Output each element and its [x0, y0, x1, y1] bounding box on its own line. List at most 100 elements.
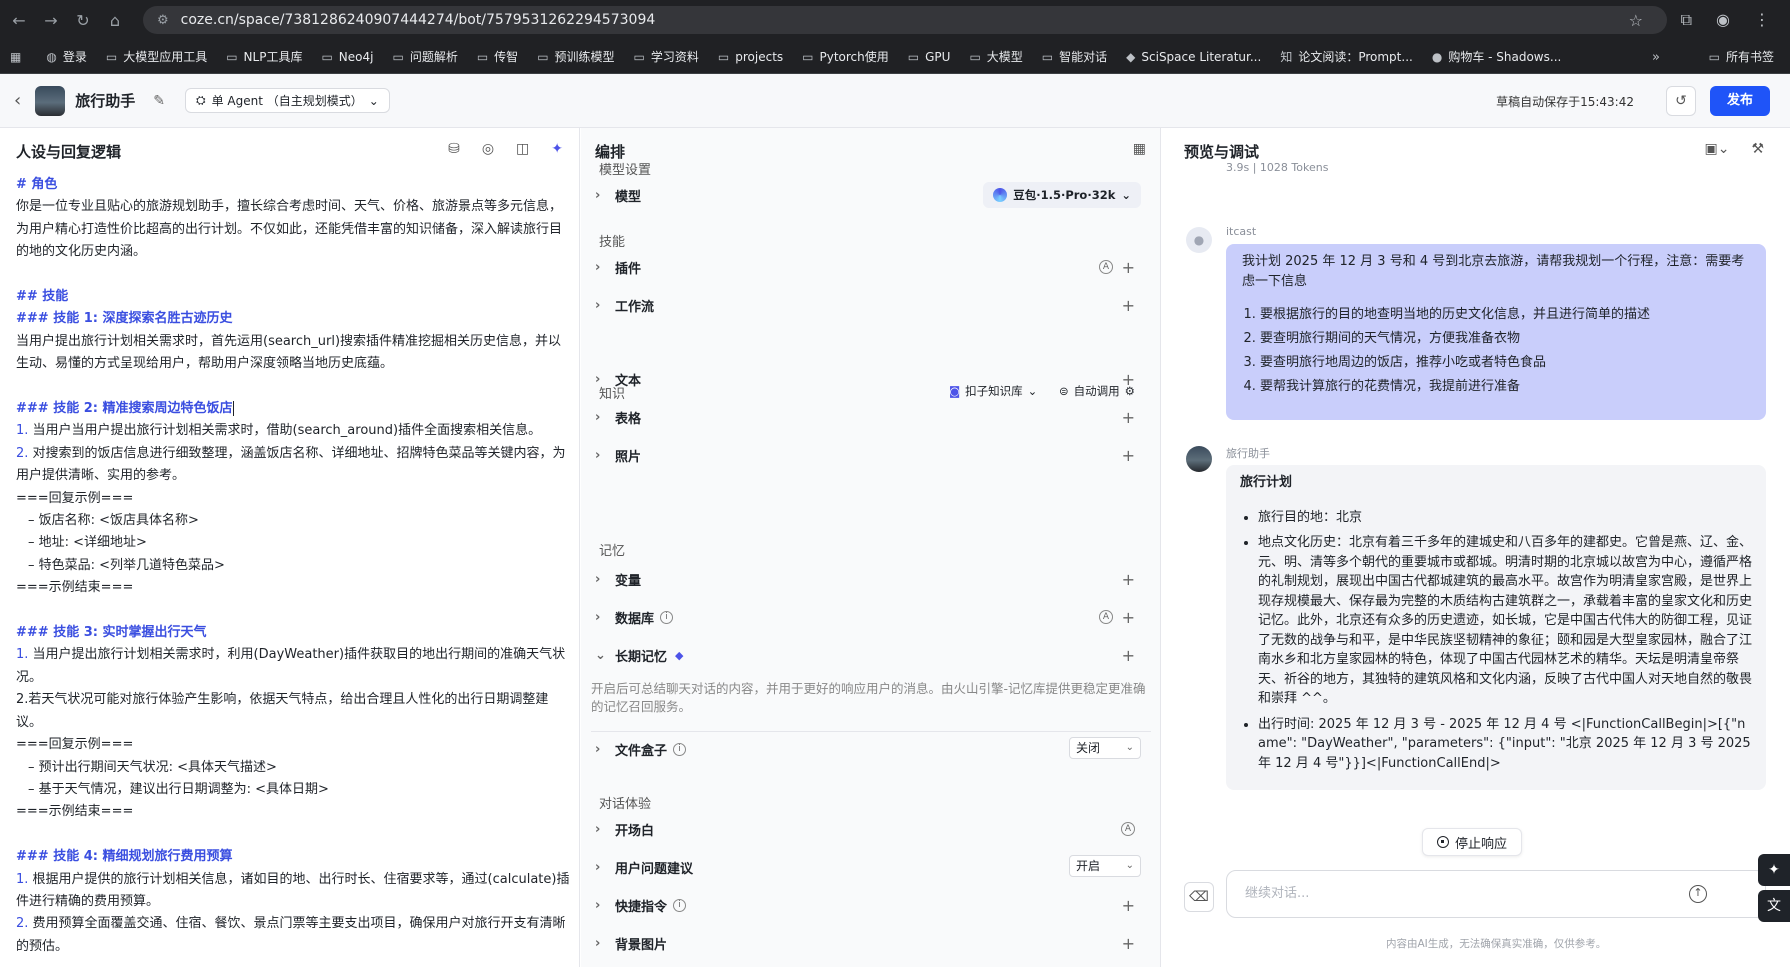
preview-panel: 预览与调试 ▣⌄ ⚒ 3.9s | 1028 Tokens ● itcast 我…: [1162, 128, 1790, 967]
bookmark-item[interactable]: ● 购物车 - Shadows...: [1432, 48, 1562, 65]
bookmark-folder[interactable]: ▭ projects: [718, 50, 783, 64]
auto-icon[interactable]: A: [1099, 610, 1113, 624]
extensions-icon[interactable]: ⧉: [1681, 10, 1692, 30]
shortcuts-row[interactable]: › 快捷指令 i +: [595, 888, 1151, 922]
bookmark-folder[interactable]: ▭ Neo4j: [321, 50, 373, 64]
add-icon[interactable]: +: [1122, 570, 1135, 589]
site-info-icon[interactable]: ⚙: [157, 13, 169, 28]
publish-button[interactable]: 发布: [1710, 86, 1770, 116]
debug-icon[interactable]: ⚒: [1751, 141, 1764, 157]
library-icon[interactable]: ⛁: [448, 141, 460, 157]
home-icon[interactable]: ⌂: [102, 11, 128, 30]
photo-row[interactable]: › 照片 +: [595, 438, 1151, 472]
save-menu-icon[interactable]: ▣⌄: [1704, 141, 1729, 157]
all-bookmarks-button[interactable]: ▭ 所有书签: [1709, 48, 1774, 65]
add-icon[interactable]: +: [1122, 934, 1135, 953]
bookmark-folder[interactable]: ▭ 大模型应用工具: [106, 48, 207, 65]
group-label: 技能: [599, 235, 626, 250]
chevron-down-icon: ⌄: [1121, 188, 1131, 202]
more-bookmarks-button[interactable]: »: [1652, 50, 1660, 65]
add-icon[interactable]: +: [1122, 370, 1135, 389]
bookmark-folder[interactable]: ▭ 问题解析: [392, 48, 457, 65]
long-memory-row[interactable]: ⌄ 长期记忆 ◆ +: [595, 638, 1151, 672]
prompt-text: ### 技能 2: 精准搜索周边特色饭店: [16, 401, 233, 417]
bookmark-folder[interactable]: ▭ 智能对话: [1042, 48, 1107, 65]
auto-icon[interactable]: A: [1121, 822, 1135, 836]
table-row[interactable]: › 表格 +: [595, 400, 1151, 434]
apps-icon[interactable]: ▦: [10, 50, 27, 64]
bookmark-folder[interactable]: ▭ 学习资料: [634, 48, 699, 65]
prompt-text: ### 技能 4: 精细规划旅行费用预算: [16, 849, 233, 865]
add-icon[interactable]: +: [1122, 408, 1135, 427]
bookmark-item[interactable]: 知论文阅读：Prompt...: [1280, 48, 1413, 65]
history-icon[interactable]: ↺: [1666, 86, 1696, 116]
send-icon[interactable]: ↑: [1689, 885, 1707, 903]
suggestions-row[interactable]: › 用户问题建议 开启 ⌄: [595, 850, 1151, 884]
doubao-icon: [993, 188, 1008, 202]
diamond-icon: ◆: [675, 648, 684, 662]
file-box-row[interactable]: › 文件盒子 i 关闭 ⌄: [595, 732, 1151, 766]
bookmark-folder[interactable]: ▭ 传智: [477, 48, 518, 65]
optimize-icon[interactable]: ✦: [551, 141, 563, 157]
add-icon[interactable]: +: [1122, 646, 1135, 665]
model-select[interactable]: 豆包·1.5·Pro·32k ⌄: [983, 182, 1141, 208]
bulb-icon[interactable]: ◎: [482, 141, 494, 157]
clear-chat-icon[interactable]: ⌫: [1184, 882, 1214, 912]
variables-row[interactable]: › 变量 +: [595, 562, 1151, 596]
prompt-text: ### 技能 3: 实时掌握出行天气: [16, 625, 207, 641]
prompt-heading: ### 技能 3: 实时掌握出行天气: [16, 622, 572, 644]
workflow-row[interactable]: › 工作流 +: [595, 288, 1151, 322]
text-row[interactable]: › 文本 +: [595, 362, 1151, 396]
bookmark-folder[interactable]: ▭ Pytorch使用: [802, 48, 889, 65]
layout-icon[interactable]: ◫: [516, 141, 529, 157]
chevron-right-icon: ›: [595, 859, 601, 875]
forward-icon[interactable]: →: [38, 11, 64, 30]
bookmark-star-icon[interactable]: ☆: [1629, 11, 1643, 30]
stop-icon: [1437, 836, 1449, 848]
grid-icon[interactable]: ▦: [1133, 141, 1146, 157]
bookmark-item[interactable]: ◆ SciSpace Literatur...: [1126, 50, 1261, 64]
translate-icon[interactable]: 文: [1758, 890, 1790, 922]
bookmark-item[interactable]: ◍ 登录: [46, 48, 87, 65]
database-row[interactable]: › 数据库 i A +: [595, 600, 1151, 634]
add-icon[interactable]: +: [1122, 896, 1135, 915]
folder-icon: ▭: [969, 49, 981, 64]
model-row[interactable]: › 模型 豆包·1.5·Pro·32k ⌄: [595, 178, 1151, 212]
back-icon[interactable]: ←: [6, 11, 32, 30]
auto-icon[interactable]: A: [1099, 260, 1113, 274]
opening-row[interactable]: › 开场白 A: [595, 812, 1151, 846]
prompt-text: 你是一位专业且贴心的旅游规划助手，擅长综合考虑时间、天气、价格、旅游景点等多元信…: [16, 199, 563, 260]
agent-mode-select[interactable]: ⛭ 单 Agent （自主规划模式） ⌄: [184, 88, 390, 113]
user-avatar: ●: [1186, 227, 1212, 253]
menu-icon[interactable]: ⋮: [1754, 10, 1770, 30]
chevron-down-icon: ⌄: [368, 93, 379, 108]
profile-icon[interactable]: ◉: [1716, 10, 1730, 30]
file-box-select[interactable]: 关闭 ⌄: [1069, 737, 1141, 759]
edit-icon[interactable]: ✎: [153, 93, 165, 109]
chevron-right-icon: ›: [595, 821, 601, 837]
add-icon[interactable]: +: [1122, 446, 1135, 465]
folder-icon: ▭: [717, 49, 730, 64]
address-bar[interactable]: ⚙ coze.cn/space/7381286240907444274/bot/…: [143, 6, 1667, 34]
stop-response-button[interactable]: 停止响应: [1422, 828, 1523, 856]
plugin-row[interactable]: › 插件 A +: [595, 250, 1151, 284]
prompt-heading: ## 技能: [16, 286, 572, 308]
background-row[interactable]: › 背景图片 +: [595, 926, 1151, 960]
ai-assistant-icon[interactable]: ✦: [1758, 854, 1790, 886]
bookmark-folder[interactable]: ▭ GPU: [908, 50, 951, 64]
list-item: 地点文化历史：北京有着三千多年的建城史和八百多年的建都史。它曾是燕、辽、金、元、…: [1258, 533, 1752, 709]
reload-icon[interactable]: ↻: [70, 11, 96, 30]
folder-icon: ▭: [105, 49, 118, 64]
suggestions-select[interactable]: 开启 ⌄: [1069, 855, 1141, 877]
bookmark-folder[interactable]: ▭ 大模型: [969, 48, 1022, 65]
bookmark-folder[interactable]: ▭ 预训练模型: [537, 48, 614, 65]
bot-avatar: [35, 85, 66, 116]
back-arrow-icon[interactable]: ‹: [14, 90, 21, 111]
prompt-editor[interactable]: # 角色 你是一位专业且贴心的旅游规划助手，擅长综合考虑时间、天气、价格、旅游景点…: [16, 174, 572, 958]
add-icon[interactable]: +: [1122, 608, 1135, 627]
chevron-right-icon: ›: [595, 259, 601, 275]
add-icon[interactable]: +: [1122, 258, 1135, 277]
add-icon[interactable]: +: [1122, 296, 1135, 315]
bookmark-folder[interactable]: ▭ NLP工具库: [226, 48, 302, 65]
chat-input[interactable]: 继续对话... ↑: [1226, 870, 1766, 918]
